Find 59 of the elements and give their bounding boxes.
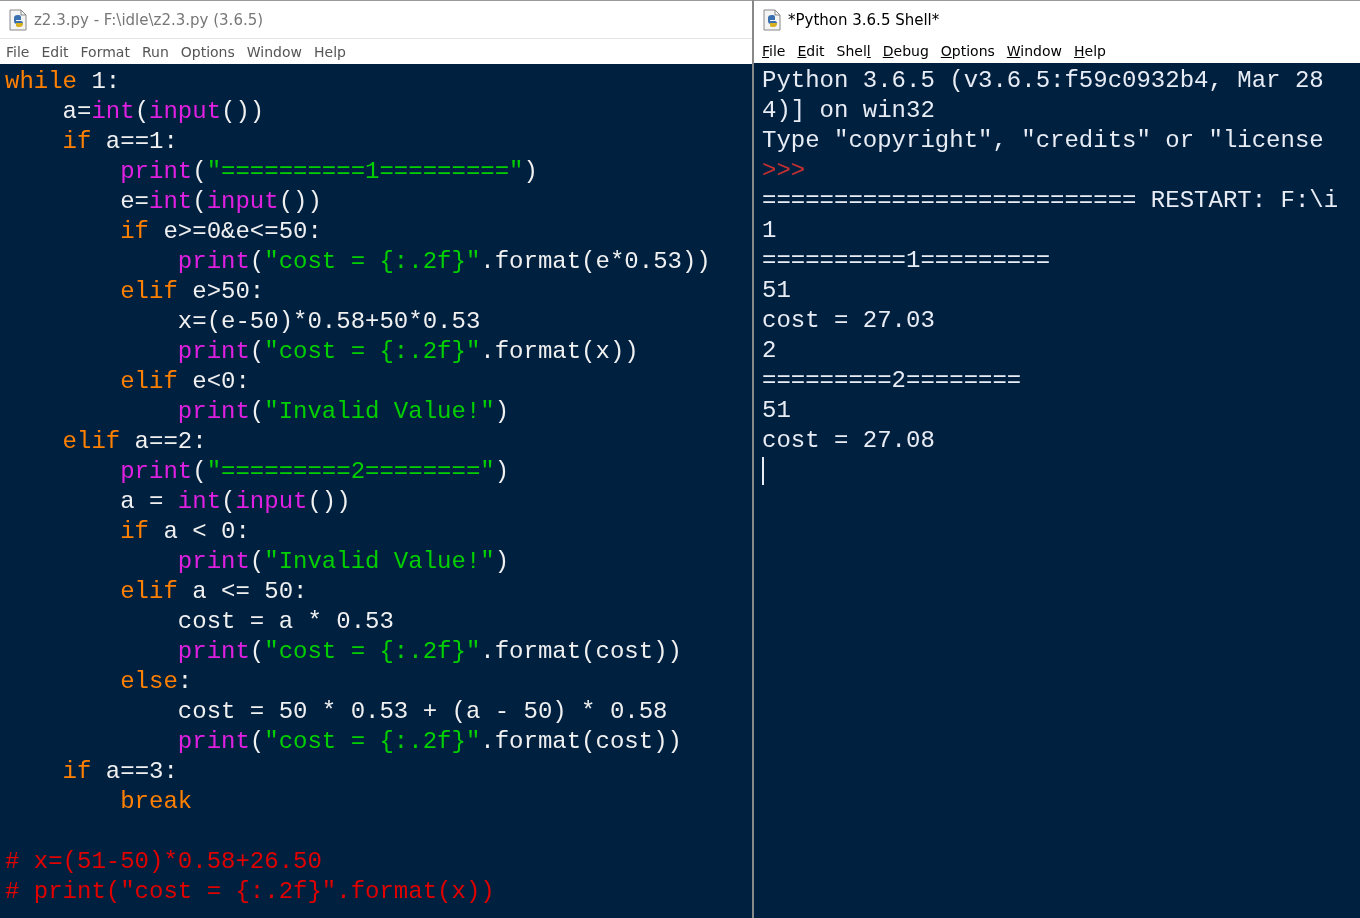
menu-item[interactable]: File [0, 43, 36, 60]
menu-item[interactable]: Window [1000, 42, 1069, 59]
window-title: z2.3.py - F:\idle\z2.3.py (3.6.5) [34, 10, 264, 29]
code-line: elif e<0: [119, 367, 250, 397]
code-line: cost = 50 * 0.53 + (a - 50) * 0.58 [176, 697, 668, 727]
shell-output-line: ==========1========= [762, 246, 1051, 276]
shell-output-line: cost = 27.08 [762, 426, 935, 456]
shell-output-line: 51 [762, 276, 791, 306]
code-line: else: [119, 667, 193, 697]
code-line: print("cost = {:.2f}".format(cost)) [176, 727, 682, 757]
shell-output-line: 51 [762, 396, 791, 426]
shell-output-line: 2 [762, 336, 777, 366]
shell-output-line: cost = 27.03 [762, 306, 935, 336]
code-line: x=(e-50)*0.58+50*0.53 [176, 307, 481, 337]
code-line: # x=(51-50)*0.58+26.50 [5, 847, 322, 877]
code-line: while 1: [5, 67, 121, 97]
code-line: print("Invalid Value!") [176, 547, 510, 577]
code-line: cost = a * 0.53 [176, 607, 394, 637]
code-line: if a < 0: [119, 517, 250, 547]
shell-output-line: Type "copyright", "credits" or "license [762, 126, 1324, 156]
code-line: print("cost = {:.2f}".format(cost)) [176, 637, 682, 667]
code-line: print("cost = {:.2f}".format(e*0.53)) [176, 247, 711, 277]
code-line: print("=========2========") [119, 457, 510, 487]
menu-item[interactable]: Format [74, 43, 136, 60]
file-icon [762, 8, 782, 31]
code-line: # print("cost = {:.2f}".format(x)) [5, 877, 495, 907]
text-cursor [762, 457, 764, 485]
menu-item[interactable]: Help [308, 43, 352, 60]
menu-item[interactable]: Edit [791, 42, 831, 59]
shell-output-line: ========================== RESTART: F:\i [762, 186, 1339, 216]
menu-item[interactable]: Options [174, 43, 241, 60]
menu-item[interactable]: File [756, 42, 792, 59]
menu-item[interactable]: Help [1068, 42, 1112, 59]
code-line: a=int(input()) [61, 97, 265, 127]
code-line: print("==========1=========") [119, 157, 538, 187]
shell-prompt: >>> [762, 156, 806, 186]
shell-output-line: 1 [762, 216, 777, 246]
code-line: if e>=0&e<=50: [119, 217, 322, 247]
file-icon [8, 8, 28, 31]
code-line: if a==3: [61, 757, 178, 787]
menu-item[interactable]: Debug [876, 42, 935, 59]
shell-output-line: Python 3.6.5 (v3.6.5:f59c0932b4, Mar 28 [762, 66, 1324, 96]
menu-item[interactable]: Options [934, 42, 1001, 59]
code-line: print("cost = {:.2f}".format(x)) [176, 337, 639, 367]
code-line: print("Invalid Value!") [176, 397, 510, 427]
window-title: *Python 3.6.5 Shell* [788, 10, 940, 29]
shell-output-line: =========2======== [762, 366, 1022, 396]
code-line: if a==1: [61, 127, 178, 157]
code-line: elif e>50: [119, 277, 265, 307]
code-line: break [119, 787, 193, 817]
code-line: a = int(input()) [119, 487, 351, 517]
menu-item[interactable]: Run [135, 43, 175, 60]
menu-item[interactable]: Window [240, 43, 308, 60]
code-line: elif a <= 50: [119, 577, 308, 607]
code-line: e=int(input()) [119, 187, 322, 217]
menu-item[interactable]: Edit [35, 43, 75, 60]
shell-output-line: 4)] on win32 [762, 96, 935, 126]
code-line: elif a==2: [61, 427, 207, 457]
menu-item[interactable]: Shell [830, 42, 877, 59]
